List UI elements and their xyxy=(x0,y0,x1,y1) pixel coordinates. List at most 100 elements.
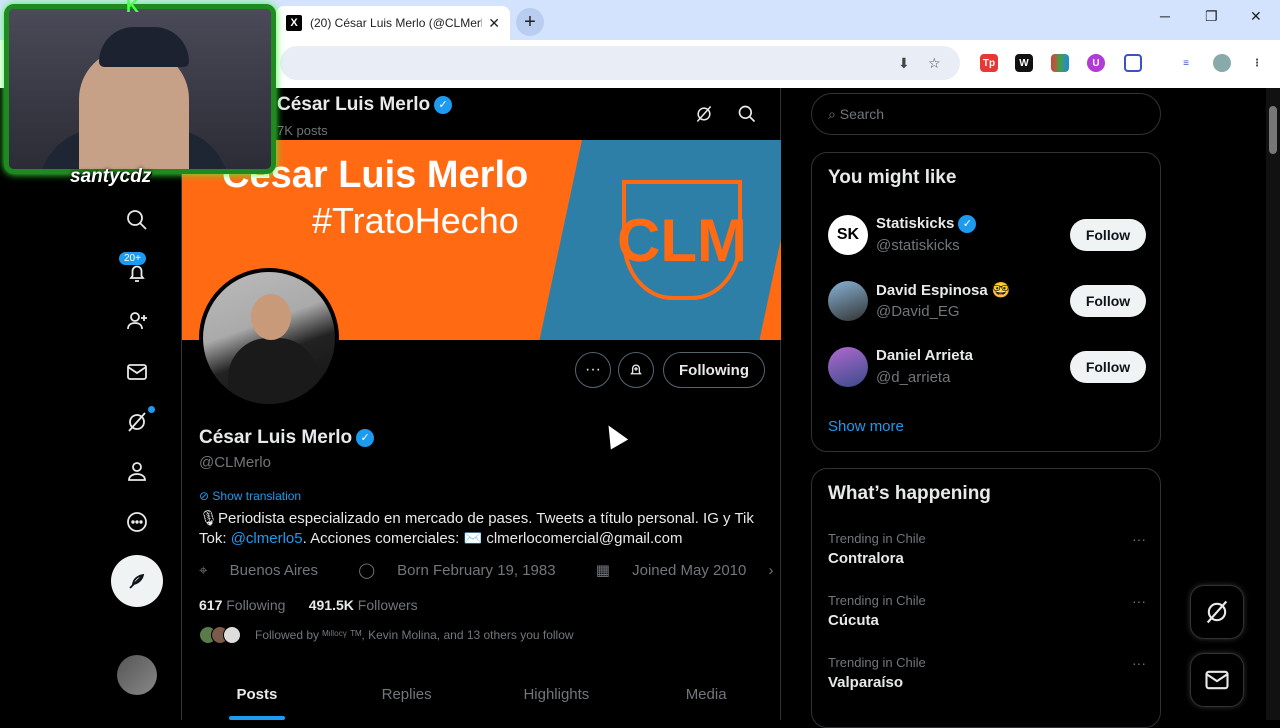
extension-color-icon[interactable] xyxy=(1051,54,1069,72)
webcam-frame xyxy=(4,4,276,174)
trend-more-icon[interactable]: ··· xyxy=(1132,593,1146,609)
grok-float-button[interactable] xyxy=(1190,585,1244,639)
address-bar[interactable]: ⬇ ☆ xyxy=(280,46,960,80)
install-app-icon[interactable]: ⬇ xyxy=(898,55,910,72)
window-close-button[interactable]: ✕ xyxy=(1250,8,1262,25)
profile-photo[interactable] xyxy=(199,268,339,408)
extensions-puzzle-icon[interactable] xyxy=(1124,54,1142,72)
more-options-icon[interactable] xyxy=(122,507,152,537)
suggestion-handle: @statiskicks xyxy=(876,237,960,254)
browser-tab[interactable]: X (20) César Luis Merlo (@CLMerlo ✕ xyxy=(276,6,510,40)
notify-bell-button[interactable] xyxy=(618,352,654,388)
joined-text: Joined May 2010 xyxy=(632,562,747,579)
profile-name-text: César Luis Merlo xyxy=(199,427,353,448)
media-control-icon[interactable]: ≡ xyxy=(1177,54,1195,72)
trend-name: Contralora xyxy=(828,550,904,567)
extension-u-icon[interactable]: U xyxy=(1087,54,1105,72)
tab-title: (20) César Luis Merlo (@CLMerlo xyxy=(310,16,483,30)
photo-face xyxy=(251,294,291,340)
profile-name: César Luis Merlo ✓ xyxy=(199,427,375,449)
more-actions-button[interactable]: ··· xyxy=(575,352,611,388)
whats-happening-title: What’s happening xyxy=(828,483,991,504)
extension-tp-icon[interactable]: Tp xyxy=(980,54,998,72)
trend-name: Cúcuta xyxy=(828,612,879,629)
show-more-link[interactable]: Show more xyxy=(828,418,904,435)
maximize-button[interactable]: ❐ xyxy=(1205,8,1218,25)
grok-icon xyxy=(1206,600,1228,624)
bookmark-star-icon[interactable]: ☆ xyxy=(928,55,941,72)
birthday-item: ◯ Born February 19, 1983 xyxy=(358,562,573,579)
compose-post-button[interactable] xyxy=(111,555,163,607)
joined-item[interactable]: ▦ Joined May 2010 › xyxy=(596,562,792,579)
tab-replies[interactable]: Replies xyxy=(332,674,482,720)
location-item: ⌖ Buenos Aires xyxy=(199,562,336,579)
grok-notification-dot xyxy=(148,406,155,413)
follow-button[interactable]: Follow xyxy=(1070,351,1146,383)
suggestion-item[interactable]: SK Statiskicks ✓ @statiskicks Follow xyxy=(828,215,1146,259)
grok-header-icon[interactable] xyxy=(694,104,714,124)
tab-posts[interactable]: Posts xyxy=(182,674,332,720)
profile-bio: 🎙Periodista especializado en mercado de … xyxy=(199,509,759,549)
trend-item[interactable]: Trending in Chile Contralora ··· xyxy=(828,531,1146,567)
webcam-k-logo: K xyxy=(126,0,139,16)
show-translation-link[interactable]: ⊘ Show translation xyxy=(199,489,301,503)
profile-verified-icon: ✓ xyxy=(356,428,375,447)
search-input[interactable]: ⌕ Search xyxy=(811,93,1161,135)
tab-close-button[interactable]: ✕ xyxy=(488,15,500,32)
followed-by[interactable]: Followed by ᴹᶦˡˡᵒᶜᵞ ᵀᴹ, Kevin Molina, an… xyxy=(199,626,574,644)
header-search-icon[interactable] xyxy=(737,104,757,124)
suggestion-handle: @d_arrieta xyxy=(876,369,951,386)
suggestion-name-text: Statiskicks xyxy=(876,215,955,232)
trend-context: Trending in Chile xyxy=(828,593,926,608)
following-button[interactable]: Following xyxy=(663,352,765,388)
profile-avatar-icon[interactable] xyxy=(1213,54,1231,72)
following-stat[interactable]: 617 Following xyxy=(199,597,285,613)
explore-search-icon[interactable] xyxy=(122,205,152,235)
followers-stat[interactable]: 491.5K Followers xyxy=(309,597,418,613)
calendar-icon: ▦ xyxy=(595,562,615,579)
search-icon: ⌕ xyxy=(828,105,840,122)
trend-item[interactable]: Trending in Chile Valparaíso ··· xyxy=(828,655,1146,691)
tab-media[interactable]: Media xyxy=(631,674,781,720)
account-avatar[interactable] xyxy=(117,655,157,695)
location-pin-icon: ⌖ xyxy=(199,562,212,579)
follow-button[interactable]: Follow xyxy=(1070,219,1146,251)
tab-highlights[interactable]: Highlights xyxy=(482,674,632,720)
profile-icon[interactable] xyxy=(122,456,152,486)
bio-instagram-link[interactable]: @clmerlo5 xyxy=(231,530,303,547)
new-tab-button[interactable]: + xyxy=(516,8,544,36)
webcam-overlay: K santycdz xyxy=(0,0,282,190)
bell-plus-icon xyxy=(630,364,642,375)
trend-context: Trending in Chile xyxy=(828,655,926,670)
follow-button[interactable]: Follow xyxy=(1070,285,1146,317)
grok-icon[interactable] xyxy=(122,407,152,437)
x-logo-icon: X xyxy=(286,15,302,31)
david-avatar xyxy=(828,281,868,321)
verified-badge-icon: ✓ xyxy=(958,215,977,234)
profile-tabs: Posts Replies Highlights Media xyxy=(182,674,781,720)
feather-icon xyxy=(129,573,145,589)
page-scrollbar[interactable] xyxy=(1266,88,1280,720)
follow-stats: 617 Following 491.5K Followers xyxy=(199,597,418,613)
translate-icon: ⊘ xyxy=(199,489,213,503)
banner-logo: CLM xyxy=(617,180,747,300)
extension-w-icon[interactable]: W xyxy=(1015,54,1033,72)
born-text: Born February 19, 1983 xyxy=(397,562,556,579)
minimize-button[interactable]: ─ xyxy=(1160,8,1170,24)
add-user-icon[interactable] xyxy=(122,306,152,336)
scrollbar-thumb[interactable] xyxy=(1269,106,1277,154)
balloon-icon: ◯ xyxy=(358,562,380,579)
suggestion-name: Daniel Arrieta xyxy=(876,347,973,364)
suggestion-item[interactable]: Daniel Arrieta @d_arrieta Follow xyxy=(828,347,1146,391)
trend-item[interactable]: Trending in Chile Cúcuta ··· xyxy=(828,593,1146,629)
chrome-menu-icon[interactable]: ⋮ xyxy=(1248,54,1266,72)
messages-float-button[interactable] xyxy=(1190,653,1244,707)
trend-more-icon[interactable]: ··· xyxy=(1132,531,1146,547)
location-text: Buenos Aires xyxy=(229,562,319,579)
header-post-count: 7K posts xyxy=(277,123,328,138)
follower-avatar xyxy=(223,626,241,644)
trend-more-icon[interactable]: ··· xyxy=(1132,655,1146,671)
messages-envelope-icon[interactable] xyxy=(122,357,152,387)
suggestion-item[interactable]: David Espinosa 🤓 @David_EG Follow xyxy=(828,281,1146,325)
profile-handle: @CLMerlo xyxy=(199,454,271,471)
